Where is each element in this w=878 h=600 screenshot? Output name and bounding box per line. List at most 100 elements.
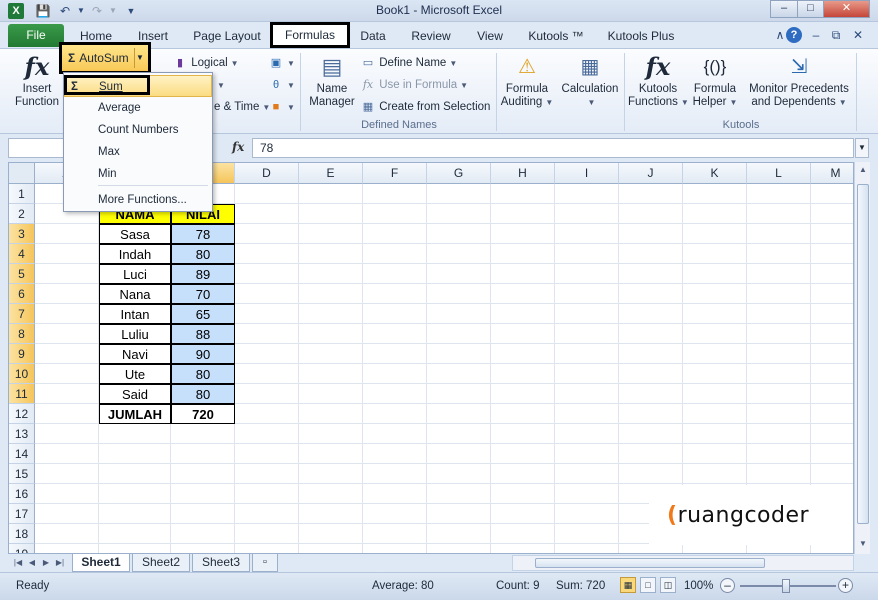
name-manager-button[interactable]: ▤ Name Manager: [306, 51, 358, 109]
row-header-1[interactable]: 1: [9, 184, 35, 204]
column-header-h[interactable]: H: [491, 163, 555, 184]
close-button[interactable]: ✕: [823, 0, 870, 18]
next-sheet-icon[interactable]: ▶: [40, 555, 52, 571]
row-header-17[interactable]: 17: [9, 504, 35, 524]
scroll-up-icon[interactable]: ▲: [855, 162, 871, 178]
table-cell-value[interactable]: 65: [171, 304, 235, 324]
help-icon[interactable]: ?: [786, 27, 802, 43]
insert-sheet-icon[interactable]: ▫: [252, 554, 278, 572]
horizontal-scroll-thumb[interactable]: [535, 558, 765, 568]
total-value[interactable]: 720: [171, 404, 235, 424]
expand-formula-bar-button[interactable]: ▼: [855, 138, 869, 158]
minimize-button[interactable]: –: [770, 0, 798, 18]
tab-view[interactable]: View: [470, 27, 510, 47]
doc-restore-icon[interactable]: ⧉: [828, 27, 844, 43]
scroll-down-icon[interactable]: ▼: [855, 536, 871, 552]
menu-item-max[interactable]: Max: [64, 141, 212, 163]
math-trig-button[interactable]: θ ▼: [268, 76, 295, 94]
formula-input[interactable]: 78: [252, 138, 854, 158]
zoom-level[interactable]: 100%: [684, 577, 713, 595]
lookup-button[interactable]: ▣ ▼: [268, 54, 295, 72]
monitor-precedents-button[interactable]: ⇲ Monitor Precedents and Dependents ▼: [744, 51, 854, 109]
use-in-formula-button[interactable]: fx Use in Formula ▼: [360, 76, 468, 94]
table-cell-name[interactable]: Ute: [99, 364, 171, 384]
column-header-l[interactable]: L: [747, 163, 811, 184]
date-time-button[interactable]: e & Time ▼: [214, 98, 270, 116]
row-header-5[interactable]: 5: [9, 264, 35, 284]
menu-item-sum[interactable]: Σ Sum: [64, 75, 212, 97]
autosum-button[interactable]: Σ AutoSum ▼: [59, 42, 151, 74]
doc-close-icon[interactable]: ✕: [850, 27, 866, 43]
page-break-view-icon[interactable]: ◫: [660, 577, 676, 593]
tab-file[interactable]: File: [8, 24, 64, 47]
menu-item-min[interactable]: Min: [64, 163, 212, 185]
table-cell-name[interactable]: Indah: [99, 244, 171, 264]
zoom-out-icon[interactable]: –: [720, 578, 735, 593]
tab-review[interactable]: Review: [404, 27, 458, 47]
select-all-corner[interactable]: [9, 163, 35, 184]
table-cell-value[interactable]: 89: [171, 264, 235, 284]
text-dropdown[interactable]: ▼: [214, 76, 225, 94]
create-from-selection-button[interactable]: ▦ Create from Selection: [360, 98, 491, 116]
define-name-button[interactable]: ▭ Define Name ▼: [360, 54, 457, 72]
table-cell-value[interactable]: 78: [171, 224, 235, 244]
table-cell-name[interactable]: Luliu: [99, 324, 171, 344]
row-header-15[interactable]: 15: [9, 464, 35, 484]
table-cell-value[interactable]: 88: [171, 324, 235, 344]
row-header-9[interactable]: 9: [9, 344, 35, 364]
table-cell-name[interactable]: Nana: [99, 284, 171, 304]
row-header-2[interactable]: 2: [9, 204, 35, 224]
row-header-10[interactable]: 10: [9, 364, 35, 384]
doc-minimize-icon[interactable]: –: [808, 27, 824, 43]
column-header-e[interactable]: E: [299, 163, 363, 184]
table-cell-value[interactable]: 80: [171, 384, 235, 404]
column-header-j[interactable]: J: [619, 163, 683, 184]
maximize-button[interactable]: □: [797, 0, 824, 18]
table-cell-value[interactable]: 70: [171, 284, 235, 304]
kutools-functions-button[interactable]: fx Kutools Functions ▼: [628, 51, 689, 109]
first-sheet-icon[interactable]: |◀: [12, 555, 24, 571]
row-header-8[interactable]: 8: [9, 324, 35, 344]
row-header-3[interactable]: 3: [9, 224, 35, 244]
menu-item-average[interactable]: Average: [64, 97, 212, 119]
zoom-slider-thumb[interactable]: [782, 579, 790, 593]
row-header-4[interactable]: 4: [9, 244, 35, 264]
vertical-scrollbar[interactable]: ▲ ▼: [854, 162, 870, 554]
row-header-18[interactable]: 18: [9, 524, 35, 544]
insert-function-button[interactable]: fx Insert Function: [10, 51, 64, 109]
sheet-tab-sheet3[interactable]: Sheet3: [192, 554, 250, 572]
table-cell-name[interactable]: Said: [99, 384, 171, 404]
row-header-14[interactable]: 14: [9, 444, 35, 464]
sheet-tab-sheet2[interactable]: Sheet2: [132, 554, 190, 572]
column-header-i[interactable]: I: [555, 163, 619, 184]
menu-item-more-functions[interactable]: More Functions...: [64, 189, 212, 211]
more-functions-button[interactable]: ■ ▼: [268, 98, 295, 116]
spreadsheet-grid[interactable]: ABCDEFGHIJKLM 12345678910111213141516171…: [8, 162, 854, 554]
column-header-f[interactable]: F: [363, 163, 427, 184]
table-cell-value[interactable]: 80: [171, 244, 235, 264]
menu-item-count-numbers[interactable]: Count Numbers: [64, 119, 212, 141]
formula-auditing-button[interactable]: ⚠ Formula Auditing ▼: [500, 51, 554, 109]
page-layout-view-icon[interactable]: □: [640, 577, 656, 593]
row-header-11[interactable]: 11: [9, 384, 35, 404]
column-header-m[interactable]: M: [811, 163, 853, 184]
prev-sheet-icon[interactable]: ◀: [26, 555, 38, 571]
table-cell-name[interactable]: Luci: [99, 264, 171, 284]
zoom-in-icon[interactable]: +: [838, 578, 853, 593]
column-header-d[interactable]: D: [235, 163, 299, 184]
vertical-scroll-thumb[interactable]: [857, 184, 869, 524]
table-cell-name[interactable]: Intan: [99, 304, 171, 324]
logical-button[interactable]: ▮ Logical ▼: [172, 54, 239, 72]
fx-icon[interactable]: fx: [232, 140, 244, 154]
calculation-button[interactable]: ▦ Calculation ▼: [558, 51, 622, 109]
sheet-tab-sheet1[interactable]: Sheet1: [72, 554, 130, 572]
tab-kutools-plus[interactable]: Kutools Plus: [600, 27, 682, 47]
column-header-k[interactable]: K: [683, 163, 747, 184]
tab-page-layout[interactable]: Page Layout: [188, 27, 266, 47]
row-header-16[interactable]: 16: [9, 484, 35, 504]
table-cell-value[interactable]: 80: [171, 364, 235, 384]
tab-data[interactable]: Data: [354, 27, 392, 47]
autosum-dropdown-arrow[interactable]: ▼: [134, 48, 145, 68]
row-header-13[interactable]: 13: [9, 424, 35, 444]
last-sheet-icon[interactable]: ▶|: [54, 555, 66, 571]
